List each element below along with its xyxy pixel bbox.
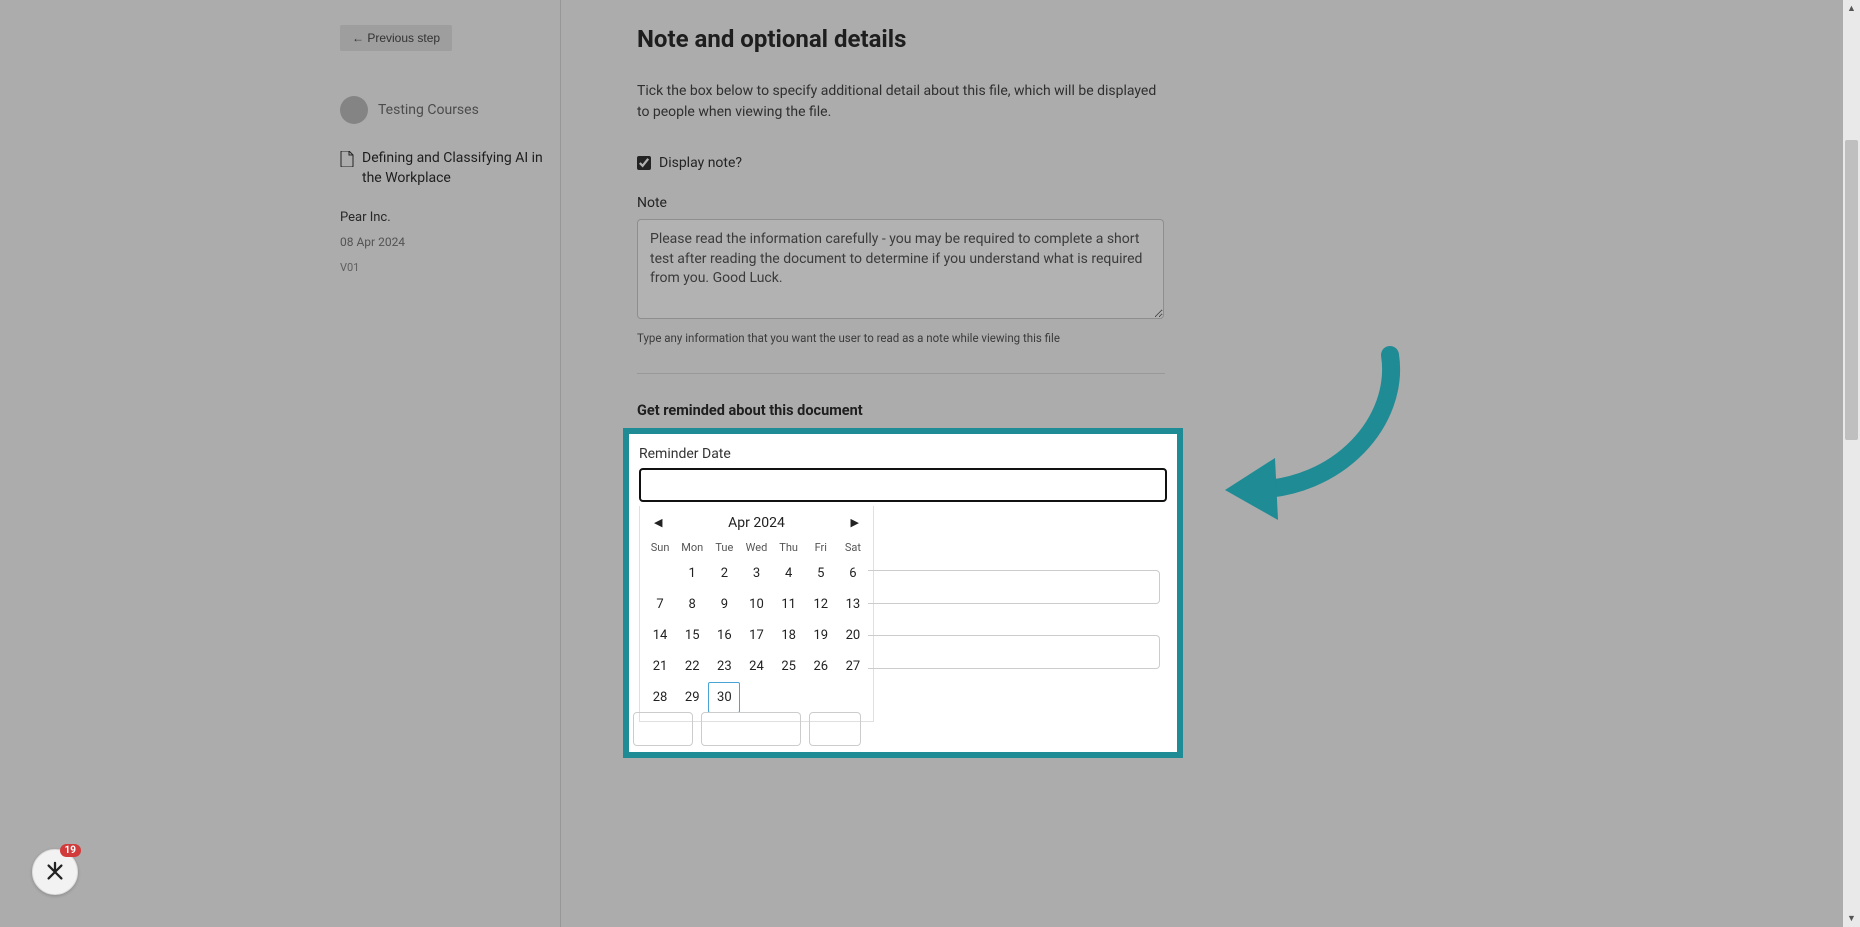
datepicker-day[interactable]: 12 — [805, 589, 837, 620]
ghost-field-2 — [868, 635, 1160, 669]
datepicker-day[interactable]: 6 — [837, 558, 869, 589]
chat-icon — [44, 861, 66, 883]
datepicker-day[interactable]: 29 — [676, 682, 708, 713]
datepicker-dow: Fri — [805, 537, 837, 558]
datepicker-day[interactable]: 30 — [708, 682, 740, 713]
chat-launcher-button[interactable]: 19 — [32, 849, 78, 895]
scroll-up-arrow-icon[interactable]: ▲ — [1843, 0, 1860, 17]
datepicker-dow: Sat — [837, 537, 869, 558]
vertical-scrollbar[interactable]: ▲ ▼ — [1843, 0, 1860, 927]
datepicker-dow: Thu — [773, 537, 805, 558]
datepicker: ◀ Apr 2024 ▶ SunMonTueWedThuFriSat123456… — [639, 506, 874, 722]
datepicker-day[interactable]: 22 — [676, 651, 708, 682]
datepicker-day[interactable]: 23 — [708, 651, 740, 682]
datepicker-day[interactable]: 24 — [740, 651, 772, 682]
datepicker-day[interactable]: 18 — [773, 620, 805, 651]
datepicker-day[interactable]: 2 — [708, 558, 740, 589]
datepicker-day[interactable]: 15 — [676, 620, 708, 651]
reminder-date-label: Reminder Date — [639, 446, 1167, 462]
datepicker-dow: Tue — [708, 537, 740, 558]
datepicker-dow: Wed — [740, 537, 772, 558]
datepicker-day[interactable]: 13 — [837, 589, 869, 620]
ghost-button-seg-2 — [701, 712, 801, 746]
datepicker-day[interactable]: 26 — [805, 651, 837, 682]
datepicker-day[interactable]: 14 — [644, 620, 676, 651]
datepicker-day[interactable]: 1 — [676, 558, 708, 589]
datepicker-next-month[interactable]: ▶ — [847, 514, 863, 531]
datepicker-day[interactable]: 19 — [805, 620, 837, 651]
datepicker-day[interactable]: 25 — [773, 651, 805, 682]
datepicker-day[interactable]: 21 — [644, 651, 676, 682]
reminder-date-input[interactable] — [639, 468, 1167, 502]
ghost-field-1 — [868, 570, 1160, 604]
reminder-highlight-box: Reminder Date ◀ Apr 2024 ▶ SunMonTueWedT… — [623, 428, 1183, 758]
scroll-thumb[interactable] — [1845, 140, 1858, 440]
datepicker-dow: Sun — [644, 537, 676, 558]
datepicker-day[interactable]: 17 — [740, 620, 772, 651]
scroll-down-arrow-icon[interactable]: ▼ — [1843, 910, 1860, 927]
datepicker-day[interactable]: 3 — [740, 558, 772, 589]
ghost-button-seg-3 — [809, 712, 861, 746]
datepicker-day[interactable]: 10 — [740, 589, 772, 620]
datepicker-dow: Mon — [676, 537, 708, 558]
datepicker-day[interactable]: 4 — [773, 558, 805, 589]
datepicker-empty-cell — [644, 558, 676, 589]
datepicker-prev-month[interactable]: ◀ — [650, 514, 666, 531]
datepicker-day[interactable]: 16 — [708, 620, 740, 651]
datepicker-day[interactable]: 5 — [805, 558, 837, 589]
datepicker-day[interactable]: 28 — [644, 682, 676, 713]
datepicker-day[interactable]: 11 — [773, 589, 805, 620]
chat-badge: 19 — [60, 844, 81, 857]
datepicker-day[interactable]: 9 — [708, 589, 740, 620]
datepicker-day[interactable]: 7 — [644, 589, 676, 620]
ghost-button-seg-1 — [633, 712, 693, 746]
datepicker-day[interactable]: 27 — [837, 651, 869, 682]
datepicker-day[interactable]: 8 — [676, 589, 708, 620]
datepicker-day[interactable]: 20 — [837, 620, 869, 651]
datepicker-month-label: Apr 2024 — [728, 515, 785, 531]
